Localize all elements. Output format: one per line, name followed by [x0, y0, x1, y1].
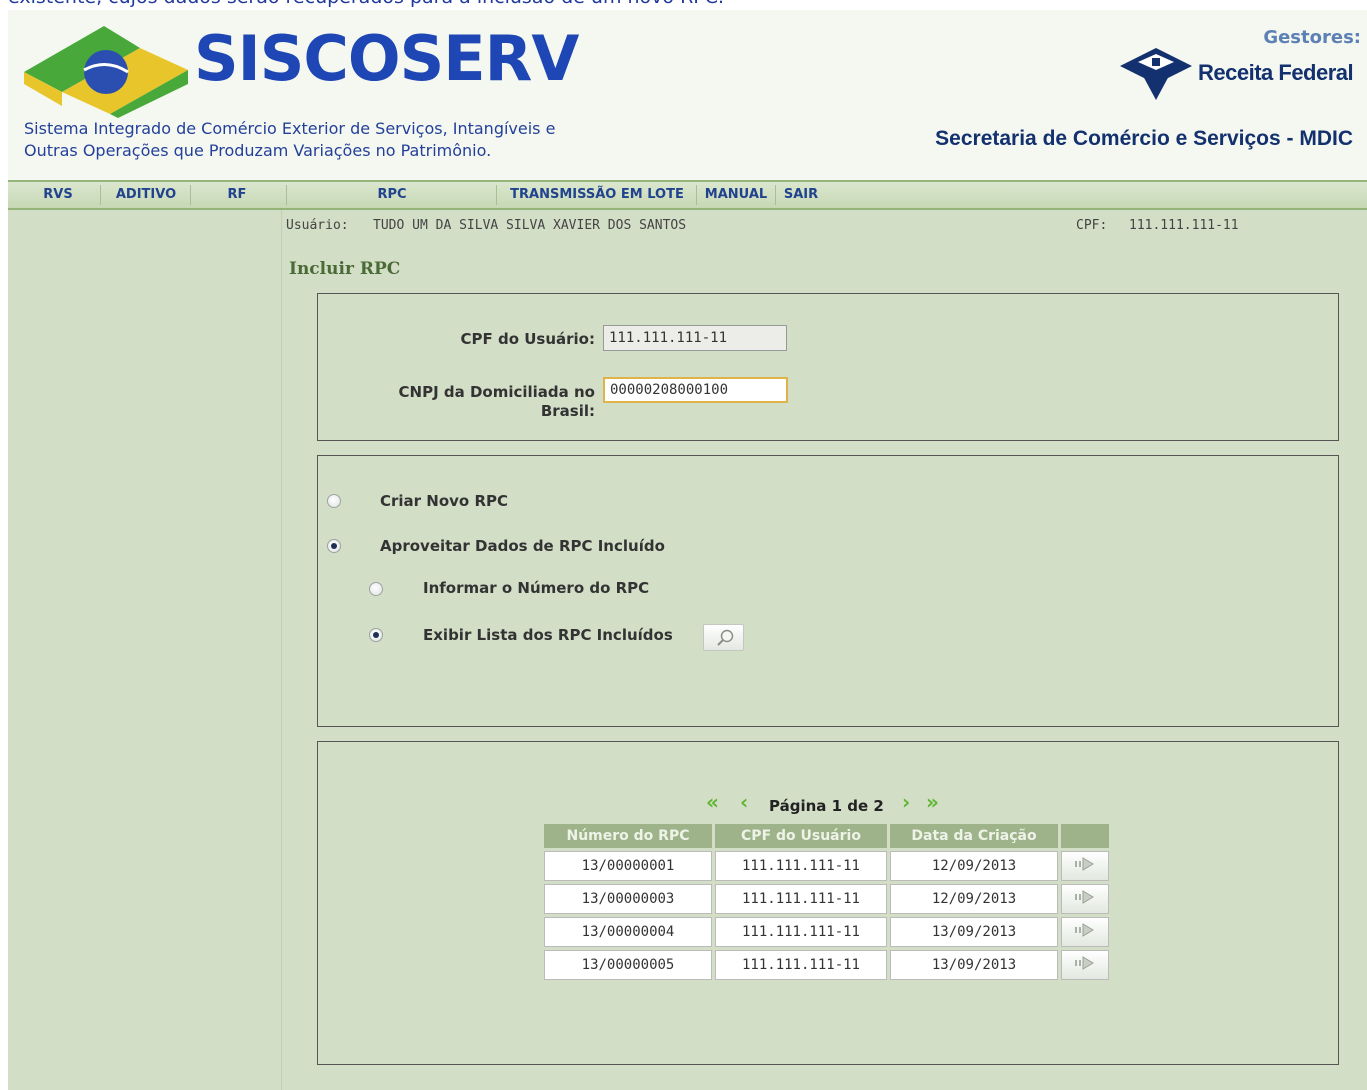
table-row: 13/00000005 111.111.111-11 13/09/2013 [544, 950, 1109, 980]
radio-label-informar-numero: Informar o Número do RPC [423, 579, 650, 597]
cell-cpf: 111.111.111-11 [715, 851, 887, 881]
cnpj-field-label: CNPJ da Domiciliada no Brasil: [330, 383, 595, 421]
brand-title: SISCOSERV [194, 22, 579, 95]
nav-separator [496, 185, 497, 205]
magnifier-icon [717, 629, 734, 646]
receita-federal-text: Receita Federal [1198, 60, 1354, 85]
cell-data: 12/09/2013 [890, 884, 1058, 914]
nav-item-sair[interactable]: SAIR [779, 182, 823, 208]
left-sidebar [8, 210, 282, 1090]
main-nav: RVS ADITIVO RF RPC TRANSMISSÃO EM LOTE M… [8, 180, 1367, 210]
arrow-right-icon [1075, 857, 1094, 871]
cnpj-label-line-1: CNPJ da Domiciliada no [398, 383, 595, 401]
cell-numero: 13/00000003 [544, 884, 712, 914]
siscoserv-logo-icon [22, 20, 192, 120]
subtitle-line-2: Outras Operações que Produzam Variações … [24, 141, 492, 160]
top-caption-strip: existente, cujos dados serão recuperados… [0, 0, 1367, 10]
receita-federal-logo-icon [1112, 44, 1200, 102]
table-row: 13/00000003 111.111.111-11 12/09/2013 [544, 884, 1109, 914]
cell-numero: 13/00000005 [544, 950, 712, 980]
select-row-button[interactable] [1061, 884, 1109, 914]
cell-cpf: 111.111.111-11 [715, 884, 887, 914]
rpc-table: Número do RPC CPF do Usuário Data da Cri… [541, 821, 1112, 983]
prev-page-icon[interactable]: ‹ [740, 790, 748, 814]
table-row: 13/00000001 111.111.111-11 12/09/2013 [544, 851, 1109, 881]
nav-separator [100, 185, 101, 205]
secretaria-label: Secretaria de Comércio e Serviços - MDIC [935, 127, 1353, 150]
page-title: Incluir RPC [289, 259, 401, 279]
col-header-data: Data da Criação [890, 824, 1058, 848]
radio-label-criar-novo-rpc: Criar Novo RPC [380, 492, 509, 510]
radio-criar-novo-rpc[interactable] [327, 494, 341, 508]
select-row-button[interactable] [1061, 917, 1109, 947]
nav-separator [696, 185, 697, 205]
col-header-cpf: CPF do Usuário [715, 824, 887, 848]
table-header-row: Número do RPC CPF do Usuário Data da Cri… [544, 824, 1109, 848]
arrow-right-icon [1075, 890, 1094, 904]
last-page-icon[interactable]: » [926, 790, 939, 814]
nav-separator [775, 185, 776, 205]
cell-data: 13/09/2013 [890, 917, 1058, 947]
subtitle-line-1: Sistema Integrado de Comércio Exterior d… [24, 119, 556, 138]
pager-text: Página 1 de 2 [769, 797, 884, 815]
nav-item-rf[interactable]: RF [208, 182, 266, 208]
table-row: 13/00000004 111.111.111-11 13/09/2013 [544, 917, 1109, 947]
arrow-right-icon [1075, 956, 1094, 970]
cell-cpf: 111.111.111-11 [715, 917, 887, 947]
radio-aproveitar-dados[interactable] [327, 539, 341, 553]
cell-data: 13/09/2013 [890, 950, 1058, 980]
cell-cpf: 111.111.111-11 [715, 950, 887, 980]
user-label: Usuário: [286, 218, 349, 233]
col-header-numero: Número do RPC [544, 824, 712, 848]
cpf-field[interactable] [603, 325, 787, 351]
radio-label-aproveitar-dados: Aproveitar Dados de RPC Incluído [380, 537, 665, 555]
radio-informar-numero[interactable] [369, 582, 383, 596]
select-row-button[interactable] [1061, 851, 1109, 881]
nav-separator [286, 185, 287, 205]
gestores-label: Gestores: [1263, 27, 1361, 48]
arrow-right-icon [1075, 923, 1094, 937]
cnpj-label-line-2: Brasil: [540, 402, 595, 420]
cell-numero: 13/00000004 [544, 917, 712, 947]
nav-item-rvs[interactable]: RVS [30, 182, 86, 208]
cell-data: 12/09/2013 [890, 851, 1058, 881]
cpf-label: CPF: [1076, 218, 1108, 233]
nav-item-manual[interactable]: MANUAL [701, 182, 771, 208]
radio-exibir-lista[interactable] [369, 628, 383, 642]
brand-subtitle: Sistema Integrado de Comércio Exterior d… [24, 118, 664, 162]
user-cpf: 111.111.111-11 [1129, 218, 1239, 233]
nav-item-aditivo[interactable]: ADITIVO [104, 182, 188, 208]
radio-label-exibir-lista: Exibir Lista dos RPC Incluídos [423, 626, 673, 644]
select-row-button[interactable] [1061, 950, 1109, 980]
next-page-icon[interactable]: › [902, 790, 910, 814]
cnpj-field[interactable] [603, 377, 788, 403]
user-name: TUDO UM DA SILVA SILVA XAVIER DOS SANTOS [373, 218, 687, 233]
search-button[interactable] [703, 624, 744, 651]
top-caption: existente, cujos dados serão recuperados… [8, 0, 724, 8]
nav-item-transmissao-em-lote[interactable]: TRANSMISSÃO EM LOTE [502, 182, 692, 208]
nav-separator [190, 185, 191, 205]
first-page-icon[interactable]: « [706, 790, 719, 814]
nav-item-rpc[interactable]: RPC [358, 182, 426, 208]
user-info-bar: Usuário: TUDO UM DA SILVA SILVA XAVIER D… [282, 212, 1367, 240]
col-header-action [1061, 824, 1109, 848]
cell-numero: 13/00000001 [544, 851, 712, 881]
cpf-field-label: CPF do Usuário: [460, 330, 596, 348]
